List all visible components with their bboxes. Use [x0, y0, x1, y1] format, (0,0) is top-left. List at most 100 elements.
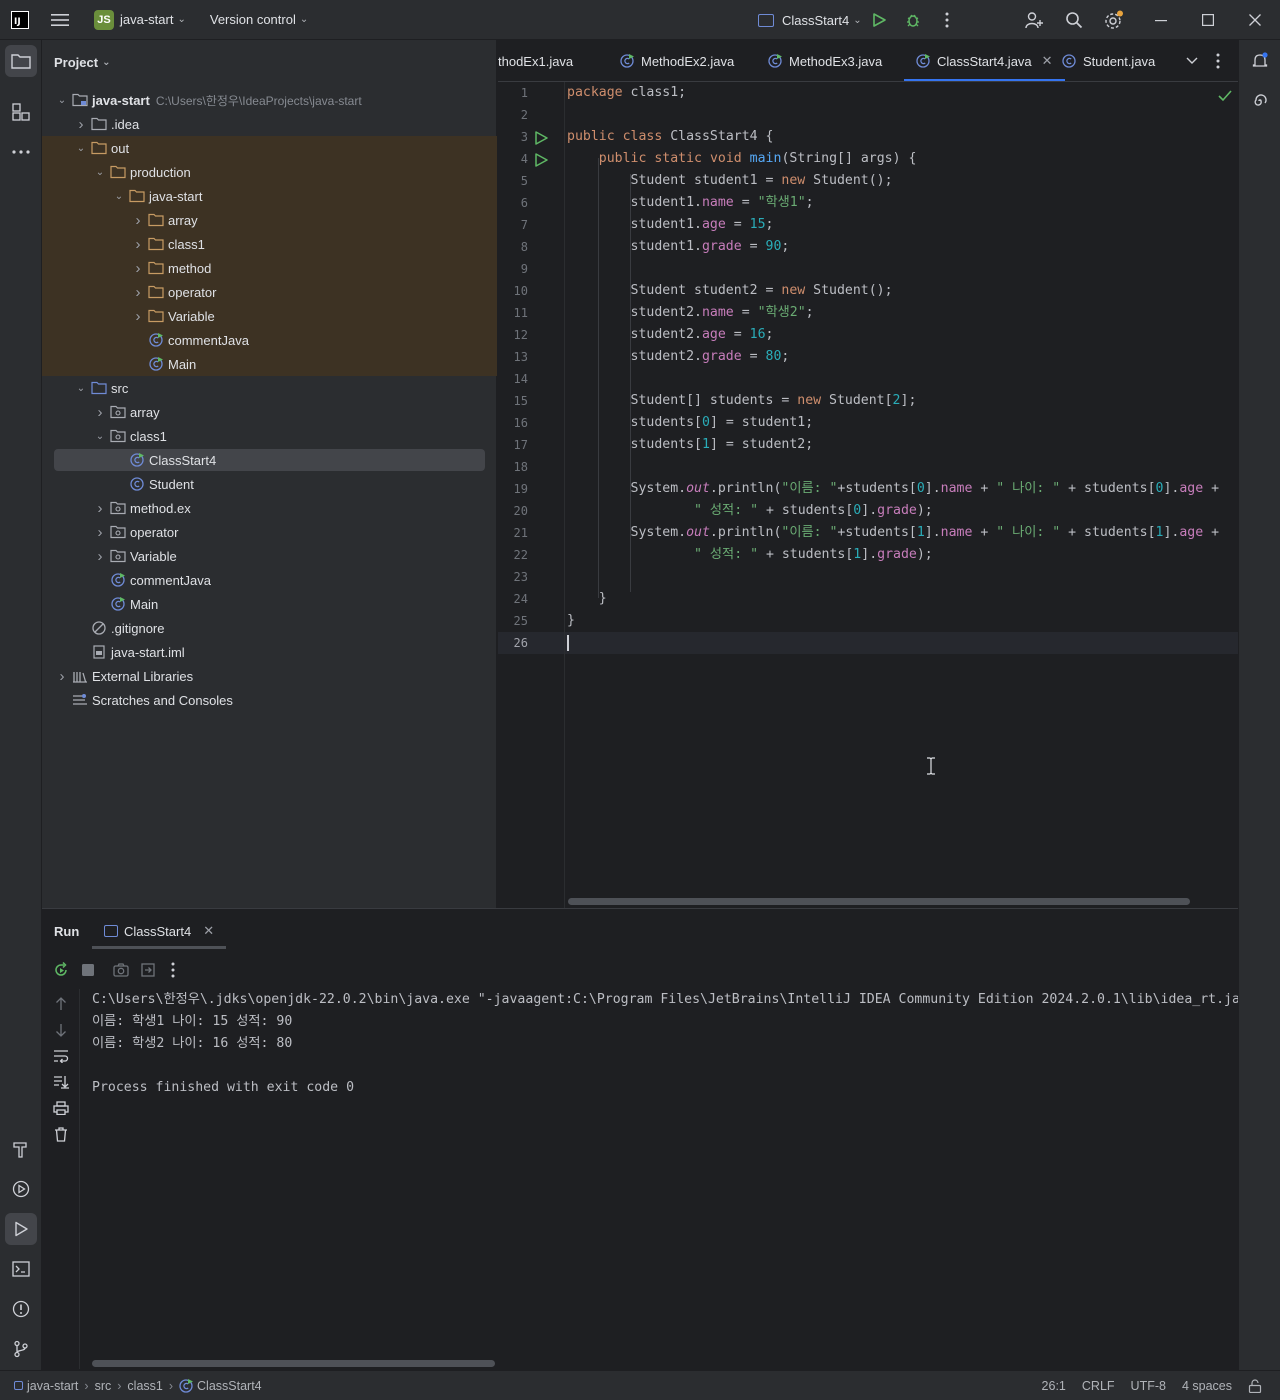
tree-item[interactable]: ⌄ class1 [42, 424, 497, 448]
problems-tool-button[interactable] [5, 1293, 37, 1325]
tree-item[interactable]: java-start.iml [42, 640, 497, 664]
line-separator[interactable]: CRLF [1082, 1379, 1115, 1393]
debug-button[interactable] [901, 8, 925, 32]
more-tools-button[interactable] [5, 136, 37, 168]
breadcrumb-item[interactable]: class1 [127, 1379, 162, 1393]
tree-item[interactable]: Main [42, 592, 497, 616]
chevron-down-icon[interactable]: ⌄ [92, 167, 108, 178]
code-with-me-button[interactable] [1022, 8, 1046, 32]
run-tab-classstart4[interactable]: ClassStart4 ✕ [92, 909, 227, 953]
file-encoding[interactable]: UTF-8 [1131, 1379, 1166, 1393]
project-tool-button[interactable] [5, 45, 37, 77]
tree-item[interactable]: ClassStart4 [42, 448, 497, 472]
rerun-button[interactable] [52, 961, 70, 979]
project-selector[interactable]: JS java-start ⌄ [88, 6, 192, 34]
tree-item[interactable]: ⌄ java-start [42, 184, 497, 208]
run-button[interactable] [867, 8, 891, 32]
tab-list-button[interactable] [1180, 49, 1204, 73]
settings-button[interactable] [1102, 8, 1126, 32]
tree-item[interactable]: › Variable [42, 544, 497, 568]
editor-tab[interactable]: ClassStart4.java ✕ [904, 40, 1065, 81]
chevron-right-icon[interactable]: › [130, 236, 146, 253]
chevron-down-icon[interactable]: ⌄ [73, 383, 89, 394]
soft-wrap-button[interactable] [52, 1047, 70, 1065]
main-menu-button[interactable] [40, 0, 80, 40]
tree-item[interactable]: › class1 [42, 232, 497, 256]
tree-item[interactable]: › method.ex [42, 496, 497, 520]
chevron-down-icon[interactable]: ⌄ [73, 143, 89, 154]
console-output[interactable]: C:\Users\한정우\.jdks\openjdk-22.0.2\bin\ja… [92, 989, 1238, 1349]
chevron-right-icon[interactable]: › [92, 548, 108, 565]
tree-item[interactable]: commentJava [42, 568, 497, 592]
gutter-run-button[interactable] [534, 131, 548, 145]
scroll-up-button[interactable] [52, 995, 70, 1013]
tree-item[interactable]: › .idea [42, 112, 497, 136]
version-control-menu[interactable]: Version control ⌄ [210, 12, 308, 27]
close-window-button[interactable] [1243, 8, 1267, 32]
run-more-button[interactable] [164, 961, 182, 979]
chevron-down-icon[interactable]: ⌄ [54, 95, 70, 106]
tree-item[interactable]: Main [42, 352, 497, 376]
intellij-logo-icon[interactable]: IJ [0, 0, 40, 40]
chevron-right-icon[interactable]: › [130, 284, 146, 301]
tree-item[interactable]: › External Libraries [42, 664, 497, 688]
services-tool-button[interactable] [5, 1173, 37, 1205]
tree-item[interactable]: › operator [42, 520, 497, 544]
run-configuration-selector[interactable]: ClassStart4 ⌄ [752, 6, 868, 34]
tree-item[interactable]: › Variable [42, 304, 497, 328]
print-button[interactable] [52, 1099, 70, 1117]
chevron-down-icon[interactable]: ⌄ [92, 431, 108, 442]
tree-item[interactable]: › method [42, 256, 497, 280]
editor-horizontal-scrollbar[interactable] [568, 898, 1190, 905]
tree-item[interactable]: ⌄ java-start C:\Users\한정우\IdeaProjects\jav… [42, 88, 497, 112]
tree-item[interactable]: ⌄ src [42, 376, 497, 400]
clear-all-button[interactable] [52, 1125, 70, 1143]
project-panel-header[interactable]: Project ⌄ [42, 40, 496, 84]
stop-button[interactable] [79, 961, 97, 979]
tree-item[interactable]: ⌄ production [42, 160, 497, 184]
chevron-right-icon[interactable]: › [92, 404, 108, 421]
more-actions-button[interactable] [935, 8, 959, 32]
tree-item[interactable]: commentJava [42, 328, 497, 352]
search-everywhere-button[interactable] [1062, 8, 1086, 32]
caret-position[interactable]: 26:1 [1042, 1379, 1066, 1393]
tree-item[interactable]: Scratches and Consoles [42, 688, 497, 712]
terminal-tool-button[interactable] [5, 1253, 37, 1285]
breadcrumb-item[interactable]: java-start [27, 1379, 78, 1393]
chevron-right-icon[interactable]: › [130, 260, 146, 277]
editor-tab[interactable]: MethodEx2.java [608, 40, 746, 81]
tree-item[interactable]: ⌄ out [42, 136, 497, 160]
breadcrumb-item[interactable]: ClassStart4 [197, 1379, 262, 1393]
editor-tab[interactable]: thodEx1.java [498, 40, 585, 81]
ai-assistant-button[interactable] [1244, 85, 1276, 117]
editor-tab[interactable]: Student.java [1050, 40, 1167, 81]
chevron-down-icon[interactable]: ⌄ [111, 191, 127, 202]
scroll-to-end-button[interactable] [52, 1073, 70, 1091]
run-tool-button[interactable] [5, 1213, 37, 1245]
lock-icon[interactable] [1248, 1379, 1262, 1393]
chevron-right-icon[interactable]: › [92, 500, 108, 517]
dump-threads-button[interactable] [112, 961, 130, 979]
scroll-down-button[interactable] [52, 1021, 70, 1039]
chevron-right-icon[interactable]: › [54, 668, 70, 685]
gutter-run-button[interactable] [534, 153, 548, 167]
tree-item[interactable]: › array [42, 208, 497, 232]
git-tool-button[interactable] [5, 1333, 37, 1365]
tab-more-button[interactable] [1206, 49, 1230, 73]
chevron-right-icon[interactable]: › [73, 116, 89, 133]
tree-item[interactable]: Student [42, 472, 497, 496]
chevron-right-icon[interactable]: › [130, 212, 146, 229]
breadcrumb-item[interactable]: src [95, 1379, 112, 1393]
tree-item[interactable]: › operator [42, 280, 497, 304]
close-icon[interactable]: ✕ [203, 923, 214, 939]
maximize-window-button[interactable] [1196, 8, 1220, 32]
indent-setting[interactable]: 4 spaces [1182, 1379, 1232, 1393]
exit-button[interactable] [139, 961, 157, 979]
code-editor[interactable]: 1 package class1; 2 3 public class ClassStar… [498, 82, 1238, 908]
editor-tab[interactable]: MethodEx3.java [756, 40, 894, 81]
tree-item[interactable]: › array [42, 400, 497, 424]
console-horizontal-scrollbar[interactable] [92, 1360, 495, 1367]
minimize-window-button[interactable] [1149, 8, 1173, 32]
chevron-right-icon[interactable]: › [130, 308, 146, 325]
notifications-button[interactable] [1244, 45, 1276, 77]
